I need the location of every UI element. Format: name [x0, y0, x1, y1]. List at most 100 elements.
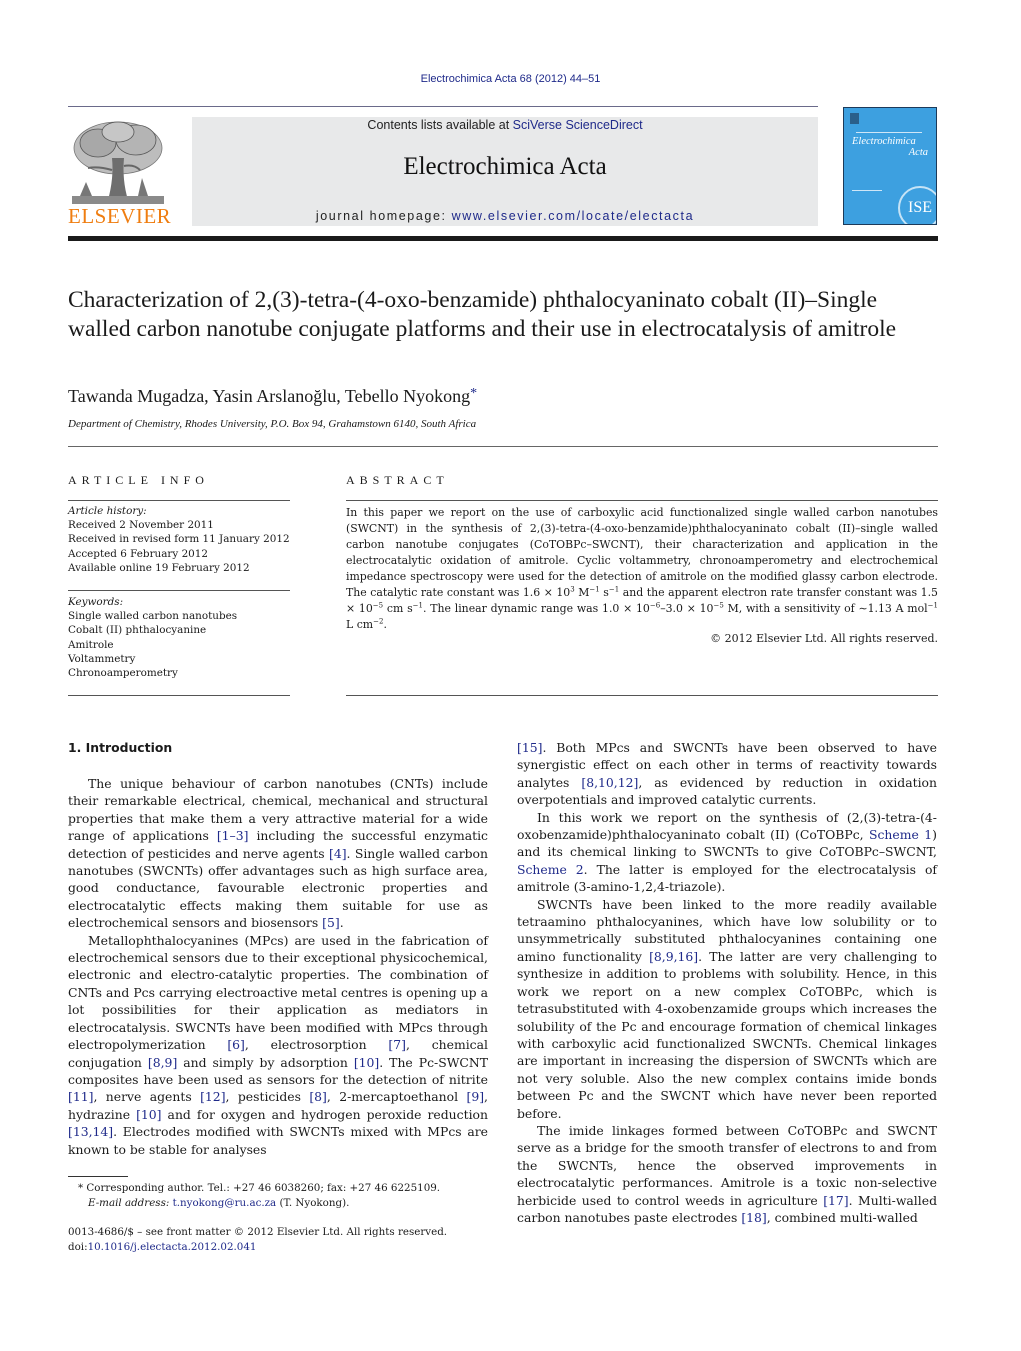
citation-link[interactable]: [4] — [329, 846, 347, 861]
running-head[interactable]: Electrochimica Acta 68 (2012) 44–51 — [0, 73, 1021, 85]
citation-link[interactable]: [8,10,12] — [581, 775, 638, 790]
authors: Tawanda Mugadza, Yasin Arslanoğlu, Tebel… — [68, 386, 471, 406]
citation-link[interactable]: [10] — [354, 1055, 379, 1070]
history-item: Available online 19 February 2012 — [68, 561, 250, 574]
corresponding-author-mark[interactable]: * — [470, 386, 477, 401]
text: , 2-mercaptoethanol — [326, 1089, 467, 1105]
email-link[interactable]: t.nyokong@ru.ac.za — [173, 1197, 277, 1209]
journal-banner: Contents lists available at SciVerse Sci… — [192, 117, 818, 226]
article-title: Characterization of 2,(3)-tetra-(4-oxo-b… — [68, 287, 897, 342]
title-rule — [68, 446, 938, 447]
citation-link[interactable]: [10] — [136, 1107, 161, 1122]
citation-link[interactable]: [1–3] — [217, 828, 249, 843]
header-thick-rule — [68, 236, 938, 241]
doi-link[interactable]: 10.1016/j.electacta.2012.02.041 — [88, 1241, 257, 1253]
footnote-rule — [68, 1176, 128, 1177]
abstract-bottom-rule — [346, 695, 938, 696]
text: Metallophthalocyanines (MPcs) are used i… — [68, 932, 488, 1053]
text: , electrosorption — [244, 1037, 389, 1053]
text: , pesticides — [225, 1089, 310, 1105]
header-rule — [68, 106, 818, 107]
citation-link[interactable]: [15] — [517, 740, 542, 755]
citation-link[interactable]: [11] — [68, 1089, 93, 1104]
abstract-heading: ABSTRACT — [346, 473, 449, 487]
article-info-bottom-rule — [68, 695, 290, 696]
text: . — [339, 915, 344, 931]
journal-title[interactable]: Electrochimica Acta — [192, 153, 818, 181]
citation-link[interactable]: [5] — [322, 915, 340, 930]
abstract-copyright: © 2012 Elsevier Ltd. All rights reserved… — [710, 632, 938, 645]
text: and for oxygen and hydrogen peroxide red… — [161, 1106, 488, 1122]
homepage-prefix: journal homepage: — [315, 209, 452, 223]
superscript: −5 — [372, 601, 384, 610]
paragraph: SWCNTs have been linked to the more read… — [517, 896, 937, 1122]
paragraph: [15]. Both MPcs and SWCNTs have been obs… — [517, 739, 937, 809]
cover-rule — [856, 132, 922, 133]
keywords-label: Keywords: — [68, 596, 124, 608]
citation-link[interactable]: [8] — [309, 1089, 327, 1104]
keywords: Keywords: Single walled carbon nanotubes… — [68, 595, 298, 680]
abstract-segment: M — [574, 586, 590, 599]
text: . The latter are very challenging to syn… — [517, 948, 937, 1121]
doi-prefix: doi: — [68, 1240, 88, 1253]
corresponding-author-footnote: * Corresponding author. Tel.: +27 46 603… — [78, 1181, 498, 1210]
affiliation: Department of Chemistry, Rhodes Universi… — [68, 418, 477, 430]
keyword: Chronoamperometry — [68, 667, 178, 680]
abstract-segment: M, with a sensitivity of ∼1.13 A mol — [723, 602, 928, 615]
superscript: −6 — [649, 601, 661, 610]
text: , nerve agents — [93, 1089, 201, 1105]
homepage-line: journal homepage: www.elsevier.com/locat… — [192, 209, 818, 223]
contents-prefix: Contents lists available at — [367, 118, 513, 132]
cover-elsevier-mark — [850, 113, 859, 124]
history-item: Received in revised form 11 January 2012 — [68, 533, 290, 546]
cover-rule — [852, 190, 882, 191]
keyword: Cobalt (II) phthalocyanine — [68, 624, 207, 637]
citation-link[interactable]: [9] — [466, 1089, 484, 1104]
sciencedirect-link[interactable]: SciVerse ScienceDirect — [513, 118, 643, 132]
keyword: Amitrole — [68, 638, 114, 651]
citation-link[interactable]: [7] — [388, 1037, 406, 1052]
cover-title-line1: Electrochimica — [852, 136, 916, 147]
journal-cover-thumbnail[interactable]: Electrochimica Acta ISE — [843, 107, 937, 225]
citation-link[interactable]: [8,9] — [148, 1055, 177, 1070]
keyword: Single walled carbon nanotubes — [68, 610, 238, 623]
history-item: Accepted 6 February 2012 — [68, 547, 209, 560]
citation-link[interactable]: [13,14] — [68, 1124, 113, 1139]
body-column-left: The unique behaviour of carbon nanotubes… — [68, 775, 488, 1158]
text: and simply by adsorption — [177, 1054, 354, 1070]
article-info-rule — [68, 500, 290, 501]
citation-link[interactable]: [17] — [823, 1193, 848, 1208]
paragraph: Metallophthalocyanines (MPcs) are used i… — [68, 932, 488, 1158]
citation-link[interactable]: [6] — [227, 1037, 245, 1052]
abstract-segment: . — [383, 618, 387, 631]
abstract-segment: –3.0 × 10 — [660, 602, 714, 615]
front-matter: 0013-4686/$ – see front matter © 2012 El… — [68, 1225, 498, 1254]
issn-line: 0013-4686/$ – see front matter © 2012 El… — [68, 1226, 448, 1238]
superscript: −2 — [373, 617, 384, 626]
superscript: −1 — [927, 601, 938, 610]
superscript: −5 — [713, 601, 724, 610]
citation-link[interactable]: [12] — [200, 1089, 225, 1104]
superscript: −1 — [608, 585, 620, 594]
abstract-segment: cm s — [383, 602, 413, 615]
citation-link[interactable]: [18] — [741, 1210, 766, 1225]
paragraph: In this work we report on the synthesis … — [517, 809, 937, 896]
body-column-right: [15]. Both MPcs and SWCNTs have been obs… — [517, 739, 937, 1226]
scheme-link[interactable]: Scheme 1 — [869, 827, 932, 842]
citation-link[interactable]: [8,9,16] — [649, 949, 698, 964]
contents-line: Contents lists available at SciVerse Sci… — [192, 118, 818, 132]
elsevier-wordmark: ELSEVIER — [68, 204, 172, 228]
tree-icon — [72, 121, 164, 204]
keywords-rule — [68, 590, 290, 591]
article-history: Article history: Received 2 November 201… — [68, 504, 298, 575]
paragraph: The unique behaviour of carbon nanotubes… — [68, 775, 488, 932]
cover-title-line2: Acta — [908, 147, 928, 158]
scheme-link[interactable]: Scheme 2 — [517, 862, 584, 877]
section-heading-introduction: 1. Introduction — [68, 740, 173, 755]
email-suffix: (T. Nyokong). — [276, 1196, 350, 1209]
homepage-link[interactable]: www.elsevier.com/locate/electacta — [452, 209, 694, 223]
abstract-segment: s — [599, 586, 609, 599]
article-info-heading: ARTICLE INFO — [68, 473, 209, 487]
text: . Electrodes modified with SWCNTs mixed … — [68, 1124, 488, 1157]
elsevier-logo[interactable]: ELSEVIER — [68, 118, 172, 228]
